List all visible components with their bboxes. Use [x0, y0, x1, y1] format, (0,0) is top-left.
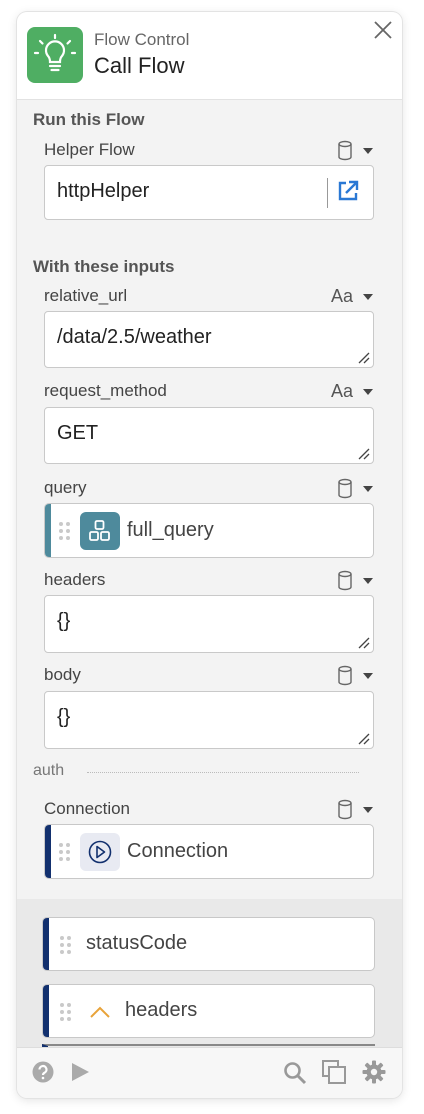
body-type-toggle[interactable]	[331, 665, 373, 687]
chevron-down-icon	[363, 148, 373, 154]
help-icon	[32, 1061, 54, 1083]
query-label: query	[44, 478, 87, 497]
pill-color-bar	[43, 985, 49, 1037]
step-editor-panel: Flow Control Call Flow Run this Flow Hel…	[17, 12, 402, 1098]
play-circle-icon	[80, 833, 120, 871]
connection-type-toggle[interactable]	[331, 799, 373, 821]
copy-icon	[322, 1060, 346, 1084]
connection-value: Connection	[127, 840, 229, 862]
section-divider	[87, 772, 359, 773]
query-type-toggle[interactable]	[331, 478, 373, 500]
drag-handle-icon[interactable]	[59, 522, 71, 540]
relative-url-type-toggle[interactable]: Aa	[331, 286, 373, 308]
text-type-icon: Aa	[331, 286, 354, 306]
help-button[interactable]	[32, 1061, 54, 1088]
database-icon	[338, 478, 352, 499]
output-headers[interactable]: headers	[42, 984, 375, 1038]
run-test-button[interactable]	[69, 1061, 91, 1088]
drag-handle-icon[interactable]	[60, 1003, 72, 1021]
output-status-code[interactable]: statusCode	[42, 917, 375, 971]
lightbulb-icon	[33, 33, 77, 72]
helper-flow-label: Helper Flow	[44, 140, 135, 159]
query-variable-pill[interactable]: full_query	[44, 503, 374, 558]
drag-handle-icon[interactable]	[60, 936, 72, 954]
settings-button[interactable]	[362, 1060, 386, 1089]
pill-color-bar	[45, 825, 51, 878]
connection-pill[interactable]: Connection	[44, 824, 374, 879]
database-icon	[338, 665, 352, 686]
query-variable-label: full_query	[127, 519, 214, 541]
open-external-icon[interactable]	[335, 178, 361, 204]
helper-flow-type-toggle[interactable]	[331, 140, 373, 162]
resize-handle-icon[interactable]	[357, 732, 370, 745]
headers-value: {}	[57, 610, 71, 632]
body-field[interactable]: {}	[44, 691, 374, 749]
body-label: body	[44, 665, 81, 684]
database-icon	[338, 799, 352, 820]
request-method-field[interactable]: GET	[44, 407, 374, 464]
output-label: headers	[125, 999, 198, 1021]
helper-flow-value: httpHelper	[57, 180, 150, 202]
chevron-down-icon	[363, 673, 373, 679]
chevron-up-icon[interactable]	[89, 1005, 111, 1019]
auth-section-title: auth	[33, 762, 65, 779]
relative-url-value: /data/2.5/weather	[57, 326, 212, 348]
footer-toolbar	[17, 1047, 402, 1098]
step-icon	[27, 27, 83, 83]
object-icon	[80, 512, 120, 550]
resize-handle-icon[interactable]	[357, 351, 370, 364]
search-icon	[284, 1062, 307, 1085]
step-title: Call Flow	[94, 53, 185, 78]
headers-field[interactable]: {}	[44, 595, 374, 653]
headers-input-label: headers	[44, 570, 106, 589]
outputs-area: statusCode headers	[17, 899, 402, 1048]
search-button[interactable]	[283, 1061, 307, 1090]
chevron-down-icon	[363, 807, 373, 813]
request-method-label: request_method	[44, 381, 167, 400]
text-type-icon: Aa	[331, 381, 354, 401]
select-divider	[327, 178, 328, 208]
chevron-down-icon	[363, 486, 373, 492]
request-method-value: GET	[57, 422, 99, 444]
helper-flow-select[interactable]: httpHelper	[44, 165, 374, 220]
pill-color-bar	[43, 918, 49, 970]
panel-header: Flow Control Call Flow	[17, 12, 402, 100]
copy-button[interactable]	[321, 1059, 347, 1090]
drag-handle-icon[interactable]	[59, 843, 71, 861]
relative-url-field[interactable]: /data/2.5/weather	[44, 311, 374, 368]
gear-icon	[362, 1060, 386, 1084]
close-icon	[374, 21, 392, 39]
relative-url-label: relative_url	[44, 286, 128, 305]
chevron-down-icon	[363, 389, 373, 395]
resize-handle-icon[interactable]	[357, 636, 370, 649]
step-category: Flow Control	[94, 30, 190, 49]
inputs-section-title: With these inputs	[33, 257, 175, 276]
headers-type-toggle[interactable]	[331, 570, 373, 592]
play-icon	[72, 1063, 89, 1081]
pill-color-bar	[45, 504, 51, 557]
output-label: statusCode	[86, 932, 188, 954]
database-icon	[338, 570, 352, 591]
resize-handle-icon[interactable]	[357, 447, 370, 460]
body-value: {}	[57, 706, 71, 728]
close-button[interactable]	[373, 20, 393, 40]
run-section-title: Run this Flow	[33, 110, 145, 129]
chevron-down-icon	[363, 294, 373, 300]
chevron-down-icon	[363, 578, 373, 584]
database-icon	[338, 140, 352, 161]
request-method-type-toggle[interactable]: Aa	[331, 381, 373, 403]
connection-label: Connection	[44, 799, 131, 818]
